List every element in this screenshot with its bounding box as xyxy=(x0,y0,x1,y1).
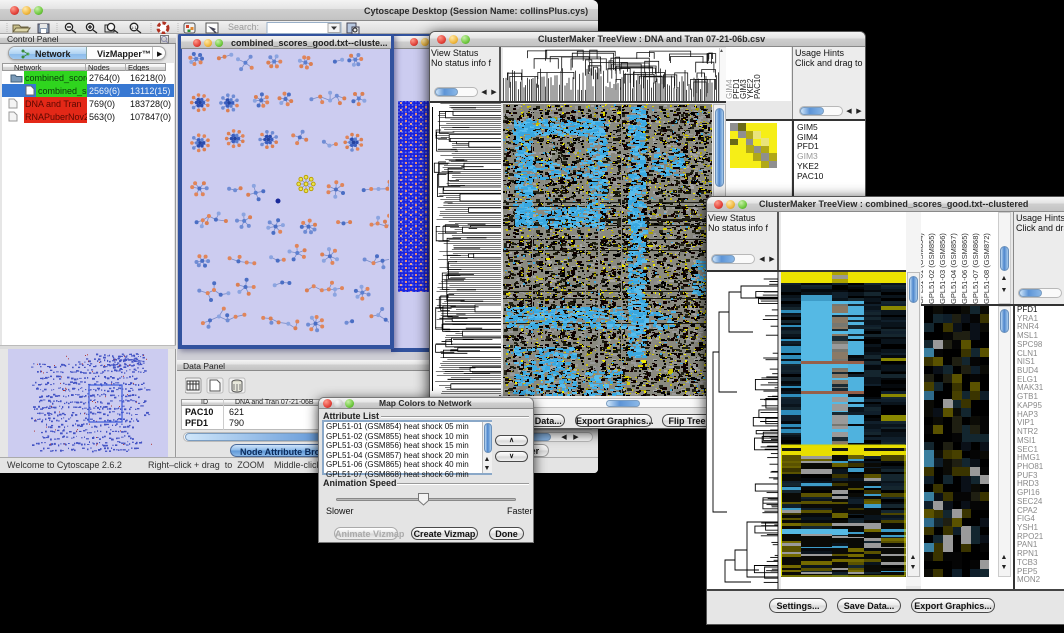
svg-text:1:1: 1:1 xyxy=(131,25,137,30)
svg-text:Search:: Search: xyxy=(228,22,259,32)
